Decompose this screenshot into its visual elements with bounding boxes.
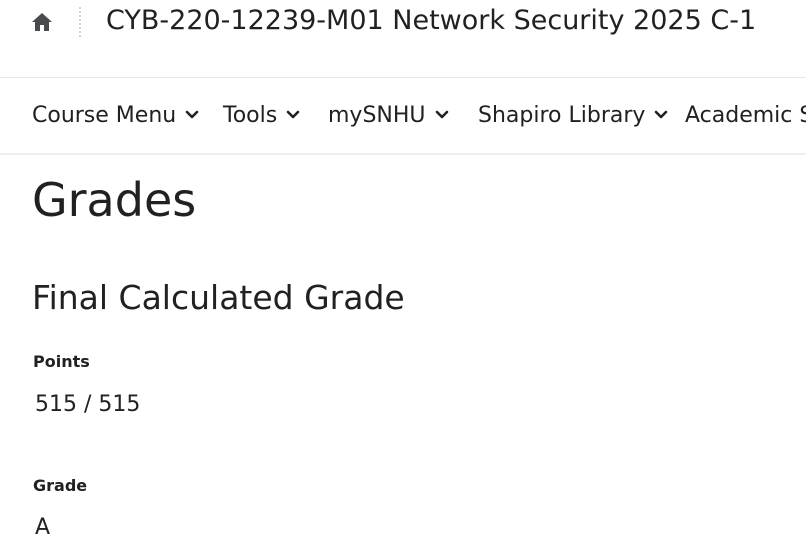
nav-mysnhu[interactable]: mySNHU (328, 99, 449, 131)
grade-label: Grade (33, 476, 88, 495)
nav-item-label: Academic Support (685, 102, 806, 128)
chevron-down-icon (435, 110, 449, 120)
home-button[interactable] (30, 10, 54, 34)
course-navbar: Course Menu Tools mySNHU Shapiro Library… (0, 79, 806, 155)
points-value: 515 / 515 (35, 392, 141, 417)
course-header: CYB-220-12239-M01 Network Security 2025 … (0, 0, 806, 78)
nav-item-label: Tools (223, 102, 278, 128)
nav-course-menu[interactable]: Course Menu (32, 99, 199, 131)
nav-tools[interactable]: Tools (223, 99, 300, 131)
grade-value: A (35, 515, 51, 540)
nav-shapiro-library[interactable]: Shapiro Library (478, 99, 668, 131)
nav-item-label: mySNHU (328, 102, 426, 128)
home-icon (31, 12, 53, 32)
chevron-down-icon (654, 110, 668, 120)
points-label: Points (33, 352, 90, 371)
page-title: Grades (32, 173, 197, 227)
section-title: Final Calculated Grade (32, 278, 405, 317)
header-divider (79, 7, 81, 37)
chevron-down-icon (185, 110, 199, 120)
nav-item-label: Shapiro Library (478, 102, 646, 128)
nav-academic-support[interactable]: Academic Support (685, 99, 806, 131)
course-title[interactable]: CYB-220-12239-M01 Network Security 2025 … (106, 3, 756, 39)
chevron-down-icon (286, 110, 300, 120)
nav-item-label: Course Menu (32, 102, 177, 128)
